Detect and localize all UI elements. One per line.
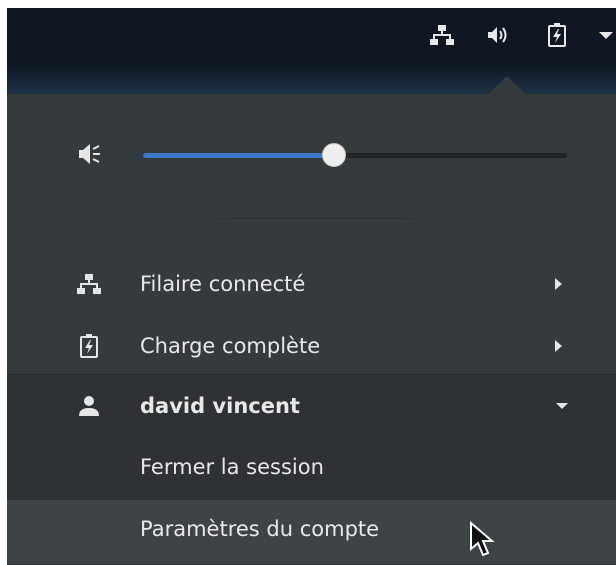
- volume-slider[interactable]: [143, 153, 567, 158]
- network-wired-icon[interactable]: [429, 22, 455, 48]
- menu-item-battery[interactable]: Charge complète: [7, 317, 616, 375]
- network-wired-icon: [77, 274, 101, 294]
- menu-item-label: Filaire connecté: [140, 272, 306, 296]
- account-settings-item[interactable]: Paramètres du compte: [7, 500, 616, 564]
- menu-separator: [195, 218, 440, 219]
- menu-item-wired[interactable]: Filaire connecté: [7, 255, 616, 313]
- menu-pointer: [487, 76, 527, 95]
- logout-label: Fermer la session: [140, 455, 324, 479]
- mouse-cursor-icon: [470, 521, 495, 557]
- volume-slider-handle[interactable]: [322, 143, 346, 167]
- chevron-right-icon: [555, 340, 562, 352]
- user-menu-header[interactable]: david vincent: [7, 377, 616, 435]
- battery-charging-icon[interactable]: [544, 22, 570, 48]
- account-settings-label: Paramètres du compte: [140, 517, 380, 541]
- menu-item-label: Charge complète: [140, 334, 321, 358]
- dropdown-arrow-icon[interactable]: [595, 22, 616, 48]
- volume-slider-fill: [143, 153, 334, 158]
- logout-item[interactable]: Fermer la session: [7, 438, 616, 496]
- speaker-muted-icon[interactable]: [73, 140, 103, 168]
- top-bar: [7, 8, 616, 67]
- battery-charging-icon: [80, 334, 98, 358]
- user-name: david vincent: [140, 394, 300, 418]
- speaker-icon[interactable]: [485, 22, 511, 48]
- chevron-down-icon: [556, 403, 568, 409]
- chevron-right-icon: [555, 278, 562, 290]
- user-icon: [79, 396, 99, 416]
